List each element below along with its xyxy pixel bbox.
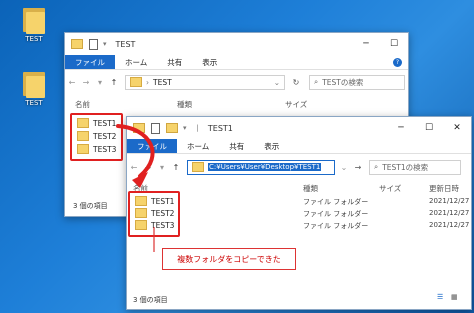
title-bar[interactable]: ▾ TEST ─ ☐ bbox=[65, 33, 408, 55]
help-icon[interactable]: ? bbox=[393, 57, 402, 67]
address-dropdown-icon[interactable]: ⌄ bbox=[337, 163, 351, 172]
breadcrumb-chevron-icon: › bbox=[146, 77, 149, 87]
title-separator: | bbox=[196, 124, 199, 132]
desktop-folder-icon[interactable]: TEST bbox=[14, 70, 54, 107]
folder-icon bbox=[71, 39, 83, 49]
refresh-icon[interactable]: ↻ bbox=[289, 78, 303, 87]
search-placeholder: TESTの検索 bbox=[322, 77, 364, 87]
address-bar[interactable]: C:¥Users¥User¥Desktop¥TEST1 bbox=[187, 159, 335, 175]
maximize-button[interactable]: ☐ bbox=[415, 123, 443, 133]
minimize-button[interactable]: ─ bbox=[352, 39, 380, 49]
recent-dropdown-icon[interactable]: ▾ bbox=[155, 163, 169, 172]
address-path: TEST bbox=[153, 77, 172, 87]
new-folder-icon[interactable] bbox=[166, 123, 178, 133]
quick-access-dropdown-icon[interactable]: ▾ bbox=[183, 124, 187, 132]
status-bar-count: 3 個の項目 bbox=[133, 296, 168, 304]
column-header-type[interactable]: 種類 bbox=[303, 183, 318, 194]
column-header-type[interactable]: 種類 bbox=[177, 99, 192, 110]
back-arrow-icon[interactable]: ← bbox=[65, 78, 79, 87]
tab-share[interactable]: 共有 bbox=[219, 139, 254, 153]
desktop-icon-label: TEST bbox=[25, 35, 43, 43]
tab-home[interactable]: ホーム bbox=[115, 55, 157, 69]
item-date: 2021/12/27 bbox=[429, 197, 470, 205]
large-icons-view-icon[interactable]: ▦ bbox=[451, 293, 458, 301]
item-type: ファイル フォルダー bbox=[303, 210, 369, 218]
tab-home[interactable]: ホーム bbox=[177, 139, 219, 153]
folder-icon bbox=[192, 162, 204, 172]
search-input[interactable]: ⌕ TESTの検索 bbox=[309, 74, 405, 90]
forward-arrow-icon[interactable]: → bbox=[141, 163, 155, 172]
folder-icon bbox=[130, 77, 142, 87]
explorer-window-test1: ▾ | TEST1 ─ ☐ ✕ ファイル ホーム 共有 表示 ← → ▾ ↑ C… bbox=[126, 116, 472, 310]
maximize-button[interactable]: ☐ bbox=[380, 39, 408, 49]
address-path-selected[interactable]: C:¥Users¥User¥Desktop¥TEST1 bbox=[208, 163, 322, 171]
forward-arrow-icon[interactable]: → bbox=[79, 78, 93, 87]
address-row: ← → ▾ ↑ C:¥Users¥User¥Desktop¥TEST1 ⌄ → … bbox=[127, 154, 471, 180]
up-arrow-icon[interactable]: ↑ bbox=[107, 78, 121, 87]
up-arrow-icon[interactable]: ↑ bbox=[169, 163, 183, 172]
tab-view[interactable]: 表示 bbox=[254, 139, 289, 153]
status-bar-count: 3 個の項目 bbox=[73, 202, 108, 210]
selection-highlight bbox=[128, 191, 180, 237]
search-input[interactable]: ⌕ TEST1の検索 bbox=[369, 159, 461, 175]
tab-view[interactable]: 表示 bbox=[192, 55, 227, 69]
close-button[interactable]: ✕ bbox=[443, 123, 471, 133]
search-placeholder: TEST1の検索 bbox=[382, 162, 429, 172]
window-title: TEST bbox=[115, 39, 136, 49]
properties-icon[interactable] bbox=[89, 38, 98, 50]
folder-icon bbox=[23, 70, 45, 98]
tab-file[interactable]: ファイル bbox=[65, 55, 115, 69]
item-type: ファイル フォルダー bbox=[303, 222, 369, 230]
column-header-size[interactable]: サイズ bbox=[285, 99, 307, 110]
folder-icon bbox=[23, 6, 45, 34]
item-date: 2021/12/27 bbox=[429, 209, 470, 217]
selection-highlight bbox=[70, 113, 123, 161]
ribbon-tabs: ファイル ホーム 共有 表示 ? bbox=[65, 55, 408, 70]
details-view-icon[interactable]: ☰ bbox=[437, 293, 443, 301]
item-date: 2021/12/27 bbox=[429, 221, 470, 229]
recent-dropdown-icon[interactable]: ▾ bbox=[93, 78, 107, 87]
column-header-name[interactable]: 名前 bbox=[75, 99, 90, 110]
desktop-icon-label: TEST bbox=[25, 99, 43, 107]
desktop-folder-icon[interactable]: TEST bbox=[14, 6, 54, 43]
tab-file[interactable]: ファイル bbox=[127, 139, 177, 153]
properties-icon[interactable] bbox=[151, 122, 160, 134]
ribbon-tabs: ファイル ホーム 共有 表示 bbox=[127, 139, 471, 154]
back-arrow-icon[interactable]: ← bbox=[127, 163, 141, 172]
item-type: ファイル フォルダー bbox=[303, 198, 369, 206]
address-row: ← → ▾ ↑ › TEST ⌄ ↻ ⌕ TESTの検索 bbox=[65, 70, 408, 94]
title-bar[interactable]: ▾ | TEST1 ─ ☐ ✕ bbox=[127, 117, 471, 139]
minimize-button[interactable]: ─ bbox=[387, 123, 415, 133]
address-dropdown-icon[interactable]: ⌄ bbox=[274, 78, 280, 87]
refresh-icon[interactable]: → bbox=[351, 163, 365, 172]
tab-share[interactable]: 共有 bbox=[157, 55, 192, 69]
search-icon: ⌕ bbox=[314, 77, 319, 86]
address-bar[interactable]: › TEST ⌄ bbox=[125, 74, 285, 90]
annotation-callout: 複数フォルダをコピーできた bbox=[162, 248, 296, 270]
window-title: TEST1 bbox=[207, 123, 233, 133]
quick-access-dropdown-icon[interactable]: ▾ bbox=[103, 40, 107, 48]
search-icon: ⌕ bbox=[374, 162, 379, 171]
column-header-date[interactable]: 更新日時 bbox=[429, 183, 459, 194]
column-header-size[interactable]: サイズ bbox=[379, 183, 401, 194]
folder-icon bbox=[133, 123, 145, 133]
